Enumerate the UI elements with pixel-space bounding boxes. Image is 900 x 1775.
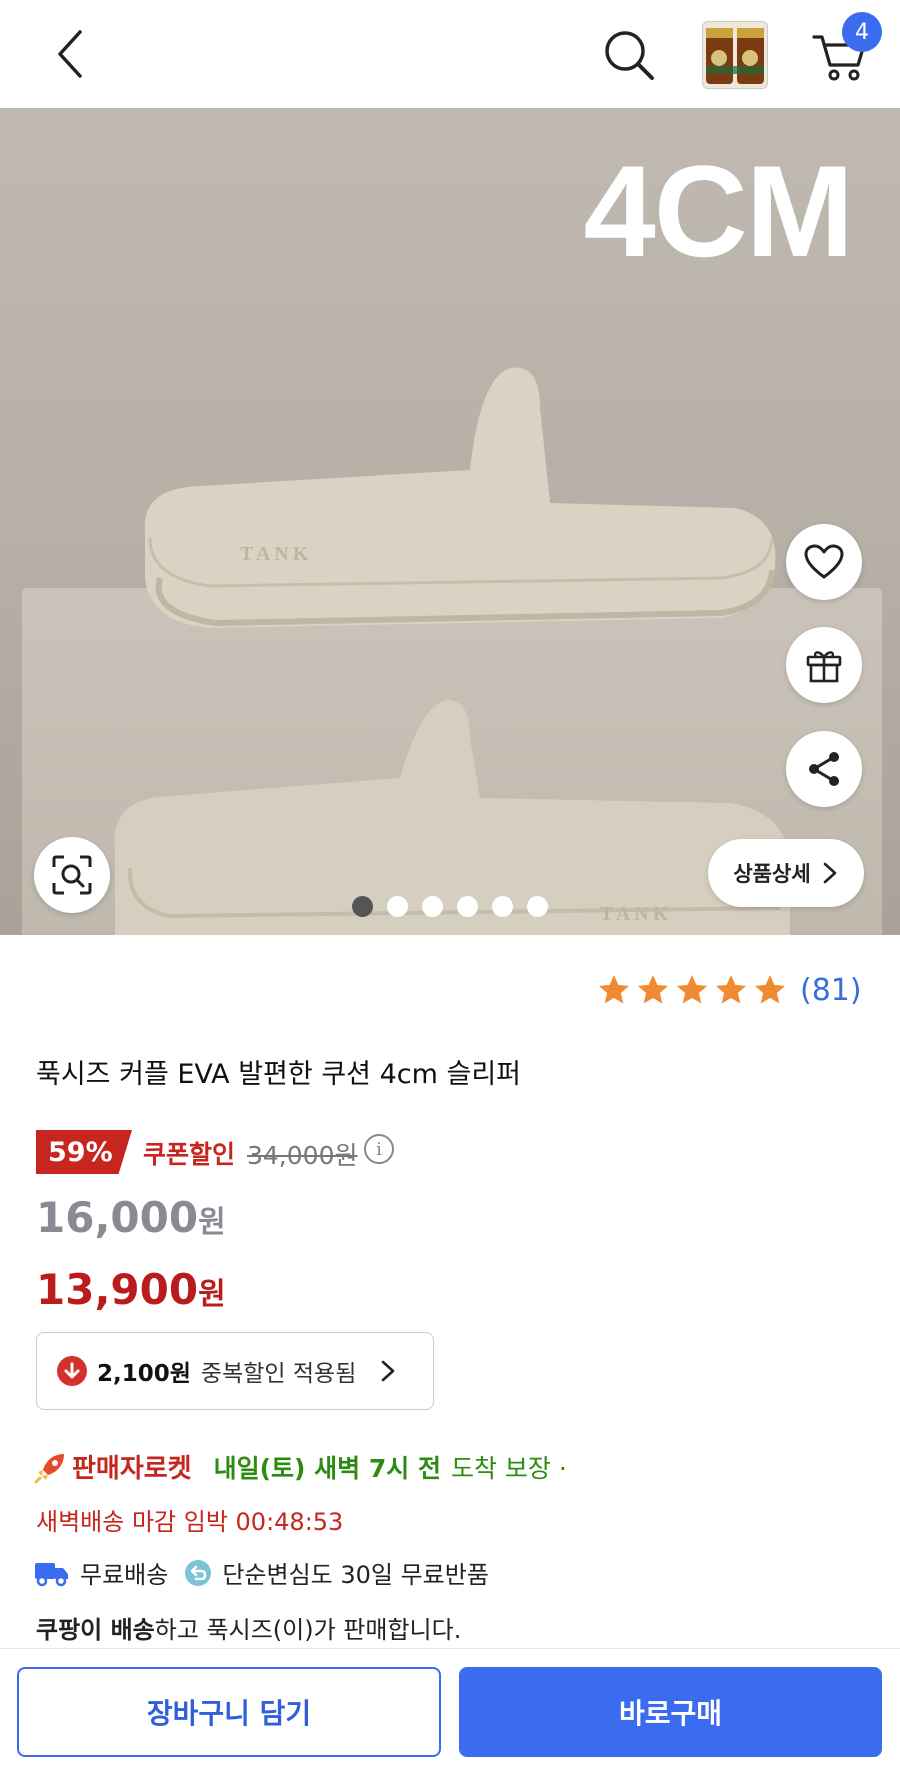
free-shipping: 무료배송 [80, 1561, 169, 1589]
final-price-value: 13,900 [36, 1265, 199, 1314]
carousel-dots [352, 896, 548, 917]
final-price-unit: 원 [198, 1277, 226, 1312]
rating-stars [596, 972, 788, 1008]
carousel-dot[interactable] [352, 896, 373, 917]
arrow-down-circle-icon [57, 1356, 87, 1386]
chevron-right-icon [382, 1360, 395, 1382]
search-icon [605, 31, 654, 80]
info-icon[interactable]: i [364, 1134, 394, 1164]
star-icon [755, 975, 785, 1004]
truck-icon [35, 1562, 68, 1586]
back-button[interactable] [44, 24, 96, 84]
rocket-icon [34, 1453, 64, 1483]
free-return: 단순변심도 30일 무료반품 [222, 1561, 489, 1589]
product-detail-label: 상품상세 [733, 862, 811, 886]
arrival-guarantee: 도착 보장 · [450, 1453, 567, 1483]
share-button[interactable] [786, 731, 862, 807]
carousel-dot[interactable] [387, 896, 408, 917]
sale-price: 16,000원 [36, 1193, 226, 1242]
extra-discount-amount: 2,100원 [97, 1361, 191, 1387]
share-icon [809, 752, 839, 786]
star-icon [638, 975, 668, 1004]
original-price: 34,000원 [247, 1141, 358, 1170]
sold-by-text: 하고 푹시즈(이)가 판매합니다. [154, 1616, 462, 1644]
slipper-image: TANK TANK [114, 367, 791, 935]
sale-price-value: 16,000 [36, 1193, 199, 1242]
buy-now-button[interactable]: 바로구매 [459, 1667, 882, 1757]
delivery-row: 판매자로켓 내일(토) 새벽 7시 전 도착 보장 · [34, 1448, 567, 1485]
jar-thumbnail-icon [706, 28, 764, 84]
recent-product-thumbnail[interactable] [702, 21, 768, 89]
dawn-delivery-cutoff: 새벽배송 마감 임박 00:48:53 [36, 1508, 344, 1536]
arrival-time: 내일(토) 새벽 7시 전 [213, 1453, 441, 1483]
product-image-carousel[interactable]: 4CM TANK TANK 상품상세 [0, 108, 900, 935]
lens-scan-icon [52, 855, 92, 895]
star-icon [677, 975, 707, 1004]
product-detail-button[interactable]: 상품상세 [708, 839, 864, 907]
carousel-dot[interactable] [422, 896, 443, 917]
top-bar: 4 [0, 0, 900, 108]
gift-rocket-icon [806, 651, 842, 683]
shipping-benefits: 무료배송 단순변심도 30일 무료반품 [34, 1555, 489, 1590]
discount-badge: 59% [36, 1130, 132, 1174]
wishlist-button[interactable] [786, 524, 862, 600]
return-icon [185, 1559, 212, 1586]
seller-info: 쿠팡이 배송하고 푹시즈(이)가 판매합니다. [36, 1610, 461, 1645]
cart-count-badge: 4 [842, 12, 882, 52]
star-icon [599, 975, 629, 1004]
bottom-action-bar: 장바구니 담기 바로구매 [0, 1648, 900, 1775]
heart-icon [804, 544, 844, 579]
product-title: 푹시즈 커플 EVA 발편한 쿠션 4cm 슬리퍼 [36, 1059, 522, 1090]
sale-price-unit: 원 [198, 1205, 226, 1240]
coupon-discount-label: 쿠폰할인 [143, 1140, 236, 1169]
final-price: 13,900원 [36, 1265, 226, 1314]
review-count: (81) [800, 972, 862, 1008]
image-search-button[interactable] [34, 837, 110, 913]
gift-button[interactable] [786, 627, 862, 703]
slipper-brand-text-2: TANK [600, 903, 672, 925]
chevron-left-icon [58, 30, 82, 78]
search-button[interactable] [600, 26, 658, 84]
chevron-right-icon [823, 862, 836, 884]
carousel-dot[interactable] [457, 896, 478, 917]
extra-discount-text: 중복할인 적용됨 [200, 1361, 357, 1387]
add-to-cart-button[interactable]: 장바구니 담기 [17, 1667, 441, 1757]
sold-by-bold: 쿠팡이 배송 [36, 1616, 155, 1644]
seller-rocket-label: 판매자로켓 [72, 1454, 192, 1484]
rating[interactable]: (81) [596, 972, 862, 1008]
carousel-dot[interactable] [492, 896, 513, 917]
extra-discount-box[interactable]: 2,100원 중복할인 적용됨 [36, 1332, 434, 1410]
carousel-dot[interactable] [527, 896, 548, 917]
star-icon [716, 975, 746, 1004]
slipper-brand-text: TANK [240, 543, 312, 565]
